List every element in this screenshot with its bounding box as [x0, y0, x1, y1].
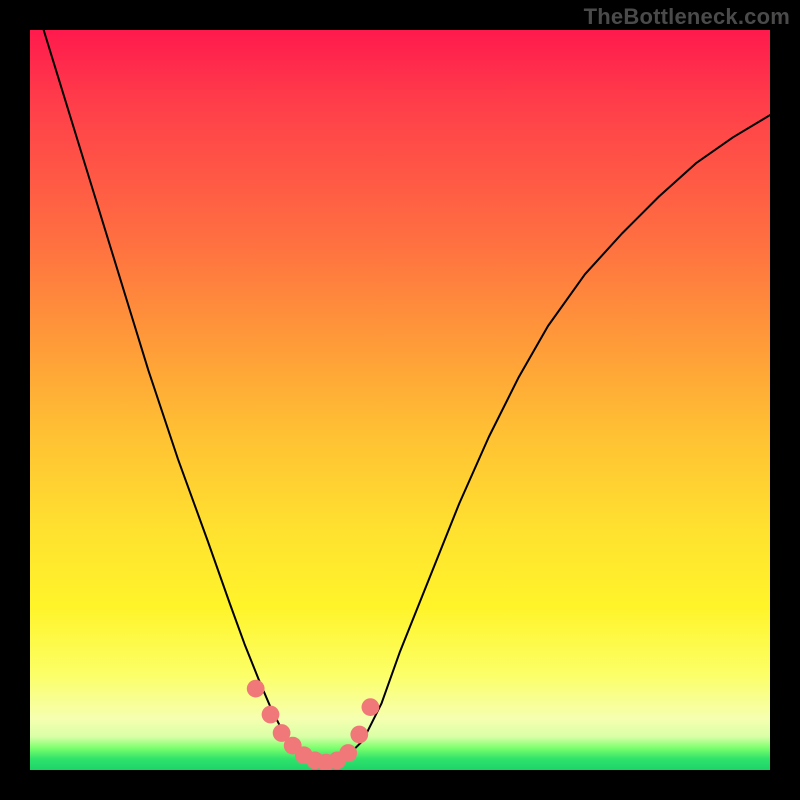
highlight-marker	[247, 680, 265, 698]
bottleneck-curve	[30, 30, 770, 763]
plot-area	[30, 30, 770, 770]
highlight-marker	[262, 706, 280, 724]
highlight-marker	[350, 726, 368, 744]
curve-layer	[30, 30, 770, 770]
highlight-marker	[339, 744, 357, 762]
chart-frame: TheBottleneck.com	[0, 0, 800, 800]
watermark-text: TheBottleneck.com	[584, 4, 790, 30]
highlight-marker	[362, 698, 380, 716]
